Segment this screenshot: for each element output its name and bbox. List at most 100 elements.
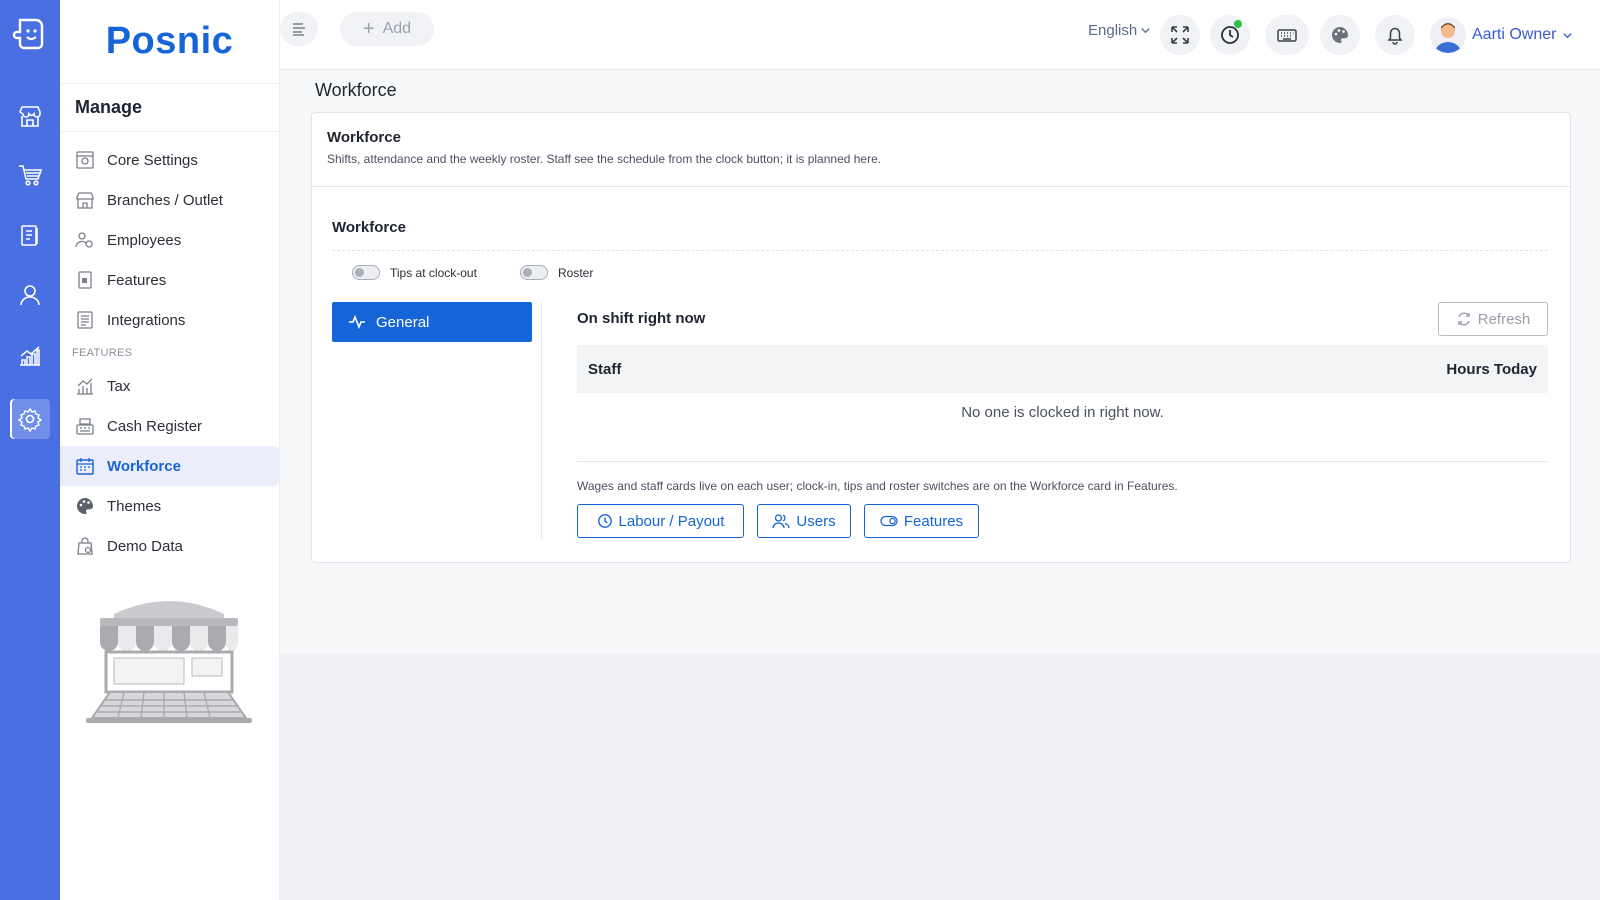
sidebar-item-label: Employees bbox=[107, 231, 182, 249]
card-title: Workforce bbox=[327, 129, 401, 146]
main-content: Workforce Workforce Shifts, attendance a… bbox=[280, 71, 1600, 654]
info-note: Wages and staff cards live on each user;… bbox=[577, 479, 1178, 493]
sidebar-item-label: Cash Register bbox=[107, 417, 203, 435]
sidebar-item-core-settings[interactable]: Core Settings bbox=[60, 140, 279, 180]
avatar bbox=[1430, 17, 1466, 53]
chevron-down-icon bbox=[1563, 32, 1573, 38]
tips-toggle[interactable]: Tips at clock-out bbox=[352, 265, 477, 280]
button-label: Labour / Payout bbox=[618, 512, 725, 530]
users-icon bbox=[772, 514, 791, 529]
button-label: Features bbox=[903, 512, 964, 530]
keyboard-icon bbox=[1277, 29, 1297, 42]
app-logo-icon[interactable] bbox=[10, 12, 50, 52]
language-label: English bbox=[1088, 22, 1138, 39]
sidebar-item-label: Integrations bbox=[107, 311, 186, 329]
sidebar-item-integrations[interactable]: Integrations bbox=[60, 300, 279, 340]
pane-title: On shift right now bbox=[577, 310, 706, 327]
add-label: Add bbox=[382, 20, 412, 37]
refresh-icon bbox=[1458, 312, 1470, 326]
section-title: Workforce bbox=[332, 219, 406, 236]
sidebar-item-tax[interactable]: Tax bbox=[60, 366, 279, 406]
rail-settings-icon[interactable] bbox=[10, 399, 50, 439]
settings-sidebar: Posnic Manage Core Settings Branches / O… bbox=[60, 0, 280, 900]
divider bbox=[577, 461, 1548, 462]
language-selector[interactable]: English bbox=[1088, 22, 1151, 39]
sidebar-title: Manage bbox=[60, 84, 279, 132]
sidebar-item-workforce[interactable]: Workforce bbox=[60, 446, 279, 486]
toggle-label: Tips at clock-out bbox=[390, 265, 477, 280]
clock-icon bbox=[597, 514, 612, 528]
rail-cart-icon[interactable] bbox=[10, 155, 50, 195]
sidebar-item-label: Demo Data bbox=[107, 537, 183, 555]
section-divider bbox=[332, 250, 1548, 251]
sidebar-section-label: FEATURES bbox=[72, 347, 133, 359]
brand-logo[interactable]: Posnic bbox=[60, 0, 279, 84]
rail-store-icon[interactable] bbox=[10, 96, 50, 136]
refresh-button[interactable]: Refresh bbox=[1438, 302, 1548, 336]
sidebar-item-features[interactable]: Features bbox=[60, 260, 279, 300]
features-button[interactable]: Features bbox=[864, 504, 979, 538]
toggle-switch[interactable] bbox=[520, 265, 548, 280]
column-header-hours-today: Hours Today bbox=[1446, 360, 1537, 378]
roster-toggle[interactable]: Roster bbox=[520, 265, 593, 280]
fullscreen-icon bbox=[1171, 26, 1189, 44]
labour-payout-button[interactable]: Labour / Payout bbox=[577, 504, 744, 538]
user-menu[interactable]: Aarti Owner bbox=[1430, 17, 1573, 53]
column-header-staff: Staff bbox=[588, 360, 622, 378]
general-pane: On shift right now Refresh Staff Hours T… bbox=[577, 302, 1548, 539]
sidebar-item-cash-register[interactable]: Cash Register bbox=[60, 406, 279, 446]
add-button[interactable]: + Add bbox=[340, 12, 434, 46]
card-header: Workforce Shifts, attendance and the wee… bbox=[312, 113, 1570, 187]
shop-illustration bbox=[86, 601, 252, 723]
activity-icon bbox=[349, 314, 365, 330]
bell-icon bbox=[1387, 27, 1403, 45]
chevron-down-icon bbox=[1141, 28, 1150, 34]
palette-icon bbox=[1332, 27, 1348, 43]
empty-state-message: No one is clocked in right now. bbox=[961, 404, 1164, 421]
fullscreen-button[interactable] bbox=[1160, 15, 1200, 55]
sidebar-item-demo-data[interactable]: Demo Data bbox=[60, 526, 279, 566]
toggle-icon bbox=[880, 515, 898, 527]
tab-label: General bbox=[376, 313, 430, 331]
sidebar-item-label: Themes bbox=[107, 497, 162, 515]
palette-icon bbox=[75, 496, 95, 516]
settings-panel-icon bbox=[75, 150, 95, 170]
sidebar-item-branches[interactable]: Branches / Outlet bbox=[60, 180, 279, 220]
bag-icon bbox=[75, 536, 95, 556]
table-header: Staff Hours Today bbox=[577, 345, 1548, 393]
top-bar: + Add English Aarti Owner bbox=[280, 0, 1600, 70]
rail-clipboard-icon[interactable] bbox=[10, 215, 50, 255]
sidebar-item-label: Features bbox=[107, 271, 167, 289]
rail-user-icon[interactable] bbox=[10, 275, 50, 315]
rail-reports-icon[interactable] bbox=[10, 335, 50, 375]
button-label: Users bbox=[796, 512, 836, 530]
notifications-button[interactable] bbox=[1375, 15, 1415, 55]
sidebar-item-label: Core Settings bbox=[107, 151, 198, 169]
sidebar-item-label: Workforce bbox=[107, 457, 181, 475]
clock-in-button[interactable] bbox=[1210, 15, 1250, 55]
users-button[interactable]: Users bbox=[757, 504, 851, 538]
tab-general[interactable]: General bbox=[332, 302, 532, 342]
page-title: Workforce bbox=[315, 80, 397, 100]
list-doc-icon bbox=[75, 310, 95, 330]
users-gear-icon bbox=[75, 230, 95, 250]
toggle-label: Roster bbox=[558, 265, 594, 280]
sidebar-item-label: Tax bbox=[107, 377, 131, 395]
user-name: Aarti Owner bbox=[1472, 26, 1557, 43]
plus-icon: + bbox=[362, 18, 375, 40]
sidebar-item-themes[interactable]: Themes bbox=[60, 486, 279, 526]
keyboard-button[interactable] bbox=[1265, 15, 1309, 55]
register-icon bbox=[75, 416, 95, 436]
sidebar-item-employees[interactable]: Employees bbox=[60, 220, 279, 260]
card-description: Shifts, attendance and the weekly roster… bbox=[327, 152, 882, 166]
workforce-card: Workforce Shifts, attendance and the wee… bbox=[311, 112, 1571, 563]
sidebar-item-label: Branches / Outlet bbox=[107, 191, 223, 209]
icon-rail bbox=[0, 0, 60, 900]
feature-doc-icon bbox=[75, 270, 95, 290]
toggle-switch[interactable] bbox=[352, 265, 380, 280]
online-status-dot bbox=[1234, 20, 1242, 28]
menu-toggle-button[interactable] bbox=[280, 12, 318, 46]
refresh-label: Refresh bbox=[1477, 310, 1531, 328]
theme-button[interactable] bbox=[1320, 15, 1360, 55]
store-icon bbox=[75, 190, 95, 210]
